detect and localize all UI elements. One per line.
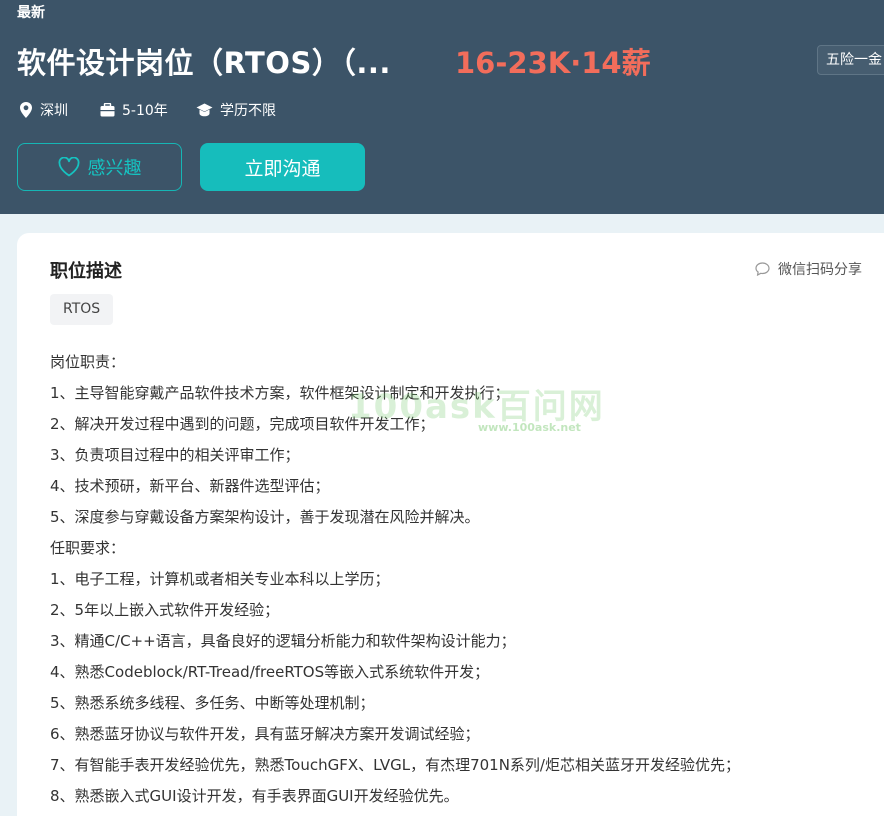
description-line: 任职要求： [50,539,126,557]
interest-button-label: 感兴趣 [87,158,142,179]
description-line: 2、解决开发过程中遇到的问题，完成项目软件开发工作； [50,415,435,433]
meta-city-text: 深圳 [40,103,68,119]
description-line: 3、负责项目过程中的相关评审工作； [50,446,300,464]
meta-experience-text: 5-10年 [122,103,168,119]
description-line: 2、5年以上嵌入式软件开发经验； [50,601,280,619]
chat-now-button[interactable]: 立即沟通 [200,143,365,191]
meta-city: 深圳 [19,100,68,120]
description-line: 5、深度参与穿戴设备方案架构设计，善于发现潜在风险并解决。 [50,508,480,526]
description-line: 4、技术预研，新平台、新器件选型评估； [50,477,330,495]
description-line: 6、熟悉蓝牙协议与软件开发，具有蓝牙解决方案开发调试经验； [50,725,480,743]
description-line: 3、精通C/C++语言，具备良好的逻辑分析能力和软件架构设计能力； [50,632,516,650]
graduation-cap-icon [196,103,213,117]
wechat-share-link[interactable]: 微信扫码分享 [755,259,862,279]
description-line: 4、熟悉Codeblock/RT-Tread/freeRTOS等嵌入式系统软件开… [50,663,490,681]
salary: 16-23K·14薪 [455,46,651,80]
job-header: 最新 软件设计岗位（RTOS）（... 16-23K·14薪 五险一金 深圳 5… [0,0,884,214]
job-description-text: 岗位职责： 1、主导智能穿戴产品软件技术方案，软件框架设计制定和开发执行； 2、… [50,347,740,812]
chat-now-button-label: 立即沟通 [244,157,321,180]
description-line: 岗位职责： [50,353,126,371]
share-label: 微信扫码分享 [778,262,862,278]
description-line: 1、电子工程，计算机或者相关专业本科以上学历； [50,570,390,588]
benefit-tag: 五险一金 [817,45,884,75]
latest-label: 最新 [17,5,45,21]
meta-education: 学历不限 [196,100,276,120]
heart-icon [58,157,79,177]
briefcase-icon [100,103,115,117]
interest-button[interactable]: 感兴趣 [17,143,182,191]
description-line: 1、主导智能穿戴产品软件技术方案，软件框架设计制定和开发执行； [50,384,510,402]
meta-experience: 5-10年 [100,100,168,120]
description-line: 5、熟悉系统多线程、多任务、中断等处理机制； [50,694,375,712]
meta-education-text: 学历不限 [220,103,276,119]
section-title: 职位描述 [50,261,122,282]
job-title: 软件设计岗位（RTOS）（... [17,46,391,80]
chat-bubble-icon [755,262,770,276]
description-line: 8、熟悉嵌入式GUI设计开发，有手表界面GUI开发经验优先。 [50,787,459,805]
location-pin-icon [20,102,32,118]
job-description-card: 职位描述 微信扫码分享 RTOS 岗位职责： 1、主导智能穿戴产品软件技术方案，… [17,233,884,816]
description-line: 7、有智能手表开发经验优先，熟悉TouchGFX、LVGL，有杰理701N系列/… [50,756,740,774]
skill-tag: RTOS [50,294,114,325]
